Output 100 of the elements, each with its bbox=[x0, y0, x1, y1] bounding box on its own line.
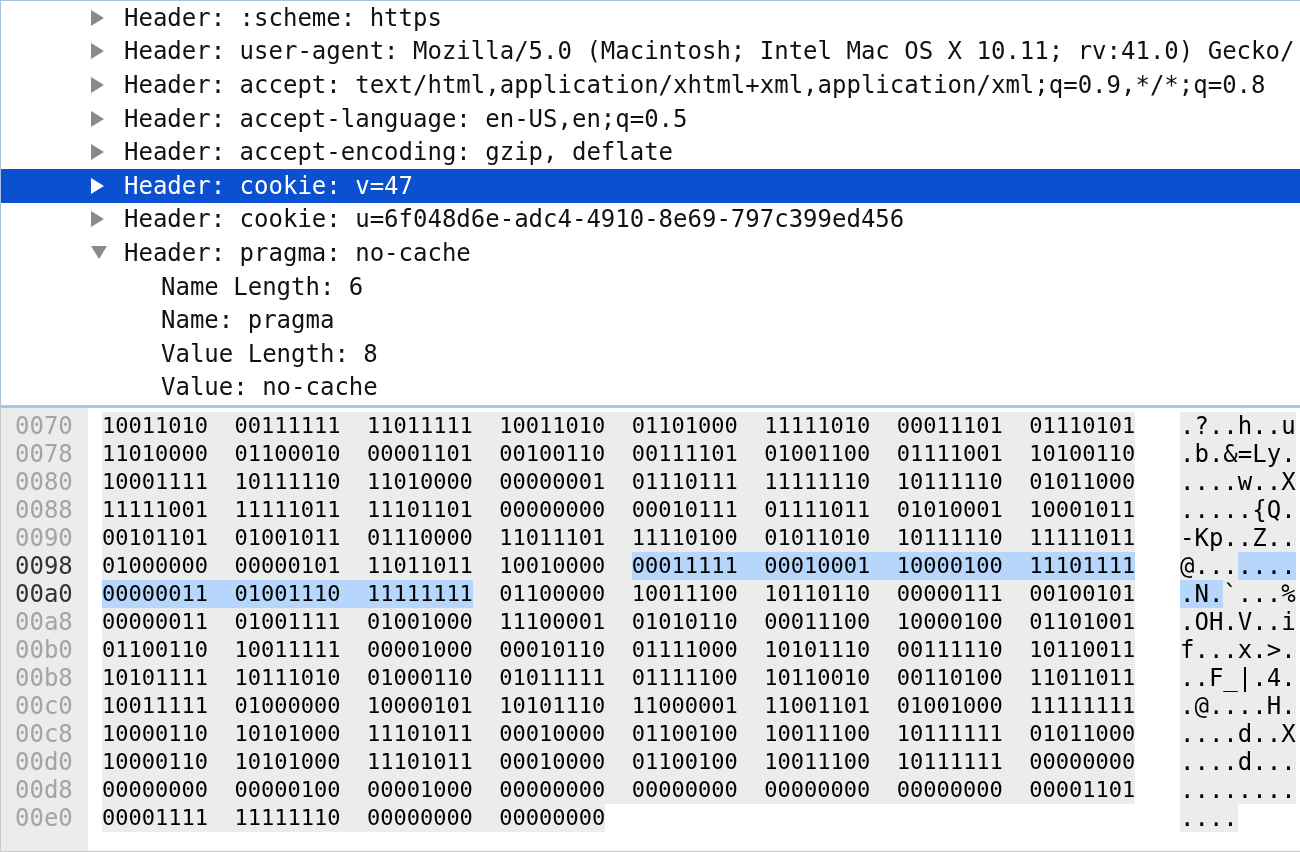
byte-value[interactable]: 00100101 bbox=[1029, 580, 1136, 608]
byte-value[interactable]: 10111111 bbox=[896, 720, 1003, 748]
byte-value[interactable]: 00010110 bbox=[499, 636, 606, 664]
byte-value[interactable]: 10110011 bbox=[1029, 636, 1136, 664]
byte-value[interactable]: 00000011 bbox=[102, 580, 235, 608]
byte-value[interactable]: 10011010 bbox=[499, 412, 606, 440]
byte-value[interactable]: 11100001 bbox=[499, 608, 606, 636]
byte-value[interactable]: 10111010 bbox=[234, 664, 341, 692]
byte-value[interactable]: 10101000 bbox=[234, 748, 341, 776]
byte-value[interactable]: 10100110 bbox=[1029, 440, 1136, 468]
byte-value[interactable]: 01100100 bbox=[631, 748, 738, 776]
byte-value[interactable]: 01011010 bbox=[764, 524, 871, 552]
byte-value[interactable]: 10011100 bbox=[631, 580, 738, 608]
byte-value[interactable]: 00000000 bbox=[499, 496, 606, 524]
byte-value[interactable]: 00011111 bbox=[631, 552, 765, 580]
tree-item[interactable]: Value: no-cache bbox=[1, 370, 1300, 405]
byte-value[interactable]: 11011011 bbox=[1029, 664, 1136, 692]
byte-value[interactable]: 01010110 bbox=[631, 608, 738, 636]
byte-value[interactable]: 01001100 bbox=[764, 440, 871, 468]
byte-value[interactable]: 10101110 bbox=[764, 636, 871, 664]
byte-value[interactable]: 00000001 bbox=[499, 468, 606, 496]
byte-value[interactable]: 00010001 bbox=[764, 552, 897, 580]
tree-item[interactable]: Header: user-agent: Mozilla/5.0 (Macintosh; Intel Mac OS X 10.11; rv:41.0) Gecko/ bbox=[1, 34, 1300, 69]
tree-item[interactable]: Header: accept-language: en-US,en;q=0.5 bbox=[1, 101, 1300, 136]
byte-value[interactable]: 01000110 bbox=[366, 664, 473, 692]
byte-value[interactable]: 00000000 bbox=[631, 776, 738, 804]
byte-value[interactable]: 00011101 bbox=[896, 412, 1003, 440]
byte-value[interactable]: 00000100 bbox=[234, 776, 341, 804]
byte-value[interactable]: 00000000 bbox=[764, 776, 871, 804]
byte-value[interactable]: 11111011 bbox=[1029, 524, 1136, 552]
byte-value[interactable]: 01001111 bbox=[234, 608, 341, 636]
byte-value[interactable]: 11101011 bbox=[366, 720, 473, 748]
byte-value[interactable]: 00010111 bbox=[631, 496, 738, 524]
byte-value[interactable]: 11111010 bbox=[764, 412, 871, 440]
byte-value[interactable]: 11111111 bbox=[1029, 692, 1136, 720]
caret-right-icon[interactable] bbox=[91, 211, 104, 228]
byte-value[interactable]: 01101000 bbox=[631, 412, 738, 440]
byte-value[interactable]: 10000101 bbox=[366, 692, 473, 720]
byte-value[interactable]: 00001101 bbox=[1029, 776, 1136, 804]
byte-value[interactable]: 11011011 bbox=[366, 552, 473, 580]
byte-value[interactable]: 00000000 bbox=[102, 776, 208, 804]
byte-value[interactable]: 01011111 bbox=[499, 664, 606, 692]
byte-value[interactable]: 00000101 bbox=[234, 552, 341, 580]
byte-value[interactable]: 10101111 bbox=[102, 664, 208, 692]
byte-value[interactable]: 01101001 bbox=[1029, 608, 1136, 636]
byte-value[interactable]: 00100110 bbox=[499, 440, 606, 468]
caret-right-icon[interactable] bbox=[91, 110, 104, 127]
byte-value[interactable]: 00000000 bbox=[366, 804, 473, 832]
byte-value[interactable]: 00011100 bbox=[764, 608, 871, 636]
byte-value[interactable]: 01111001 bbox=[896, 440, 1003, 468]
byte-value[interactable]: 01011000 bbox=[1029, 720, 1136, 748]
byte-value[interactable]: 00010000 bbox=[499, 720, 606, 748]
byte-value[interactable]: 00010000 bbox=[499, 748, 606, 776]
byte-value[interactable]: 10011100 bbox=[764, 748, 871, 776]
byte-value[interactable]: 10111110 bbox=[234, 468, 341, 496]
byte-value[interactable]: 00000000 bbox=[499, 776, 606, 804]
byte-value[interactable]: 11000001 bbox=[631, 692, 738, 720]
tree-item[interactable]: Name Length: 6 bbox=[1, 269, 1300, 304]
caret-right-icon[interactable] bbox=[91, 77, 104, 93]
byte-value[interactable]: 00101101 bbox=[102, 524, 208, 552]
byte-value[interactable]: 01110111 bbox=[631, 468, 738, 496]
byte-value[interactable]: 01111011 bbox=[764, 496, 871, 524]
byte-value[interactable]: 10000110 bbox=[102, 720, 208, 748]
byte-value[interactable]: 10010000 bbox=[499, 552, 606, 580]
byte-value[interactable]: 10000110 bbox=[102, 748, 208, 776]
byte-value[interactable]: 11101111 bbox=[1029, 552, 1136, 580]
tree-item[interactable]: Value Length: 8 bbox=[1, 336, 1300, 371]
byte-value[interactable]: 11011101 bbox=[499, 524, 606, 552]
byte-value[interactable]: 01000000 bbox=[234, 692, 341, 720]
tree-item[interactable]: Header: :scheme: https bbox=[1, 1, 1300, 35]
byte-value[interactable]: 01110000 bbox=[366, 524, 473, 552]
byte-value[interactable]: 01001011 bbox=[234, 524, 341, 552]
byte-value[interactable]: 01001000 bbox=[366, 608, 473, 636]
tree-item[interactable]: Header: cookie: u=6f048d6e-adc4-4910-8e69-797c399ed456 bbox=[1, 202, 1300, 237]
byte-value[interactable]: 01001000 bbox=[896, 692, 1003, 720]
byte-value[interactable]: 00000011 bbox=[102, 608, 208, 636]
byte-value[interactable]: 10110110 bbox=[764, 580, 871, 608]
tree-item[interactable]: Header: cookie: v=47 bbox=[1, 168, 1300, 203]
byte-value[interactable]: 10001011 bbox=[1029, 496, 1136, 524]
caret-right-icon[interactable] bbox=[91, 177, 104, 194]
byte-value[interactable]: 00111111 bbox=[234, 412, 341, 440]
byte-value[interactable]: 11110100 bbox=[631, 524, 738, 552]
byte-value[interactable]: 01111100 bbox=[631, 664, 738, 692]
byte-value[interactable]: 01100010 bbox=[234, 440, 341, 468]
byte-value[interactable]: 11011111 bbox=[366, 412, 473, 440]
byte-value[interactable]: 10011111 bbox=[102, 692, 208, 720]
byte-value[interactable]: 10101110 bbox=[499, 692, 606, 720]
byte-value[interactable]: 00001000 bbox=[366, 776, 473, 804]
byte-value[interactable]: 10111111 bbox=[896, 748, 1003, 776]
caret-down-icon[interactable] bbox=[91, 246, 107, 260]
byte-value[interactable]: 00001101 bbox=[366, 440, 473, 468]
byte-value[interactable]: 00111110 bbox=[896, 636, 1003, 664]
tree-item[interactable]: Header: pragma: no-cache bbox=[1, 236, 1300, 270]
byte-value[interactable]: 01010001 bbox=[896, 496, 1003, 524]
byte-value[interactable]: 10000100 bbox=[896, 608, 1003, 636]
byte-value[interactable]: 01011000 bbox=[1029, 468, 1136, 496]
byte-value[interactable]: 10111110 bbox=[896, 468, 1003, 496]
byte-value[interactable]: 11010000 bbox=[102, 440, 208, 468]
byte-value[interactable]: 00000000 bbox=[1029, 748, 1136, 776]
tree-item[interactable]: Header: accept: text/html,application/xhtml+xml,application/xml;q=0.9,*/*;q=0.8 bbox=[1, 68, 1300, 102]
